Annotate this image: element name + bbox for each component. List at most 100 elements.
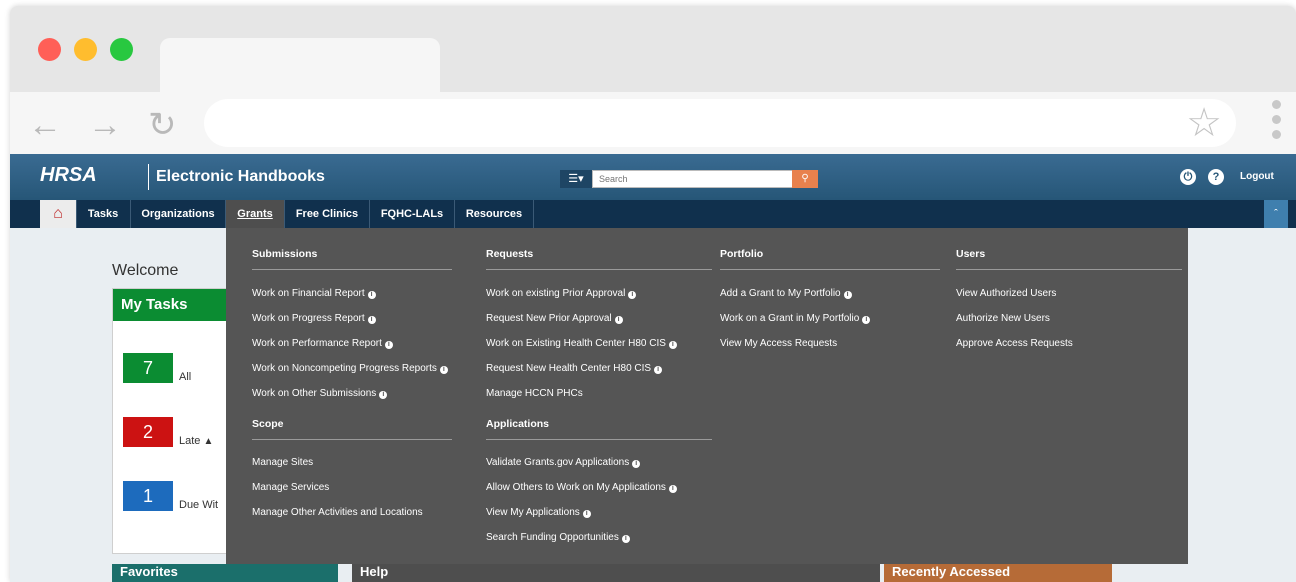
browser-tab[interactable]: [160, 38, 440, 92]
logo-divider: [148, 164, 149, 190]
browser-menu-icon[interactable]: [1272, 100, 1282, 145]
search-input[interactable]: [592, 170, 806, 188]
address-bar[interactable]: ☆: [204, 99, 1236, 147]
link-approve-access-requests[interactable]: Approve Access Requests: [956, 338, 1073, 349]
info-icon[interactable]: i: [367, 291, 376, 299]
scope-heading: Scope: [252, 418, 284, 430]
link-text: Work on existing Prior Approval: [486, 288, 626, 299]
link-text: Work on a Grant in My Portfolio: [720, 313, 860, 324]
users-heading: Users: [956, 248, 986, 260]
favorites-panel-header: Favorites: [112, 564, 338, 582]
maximize-window-icon[interactable]: [110, 38, 133, 61]
link-text: Work on Progress Report: [252, 313, 365, 324]
search-scope-menu[interactable]: ☰▾: [560, 170, 592, 188]
warning-icon: ▲: [203, 436, 214, 447]
link-existing-h80-cis[interactable]: Work on Existing Health Center H80 CIS i: [486, 338, 677, 349]
grants-dropdown-menu: Submissions Work on Financial Report i Wo…: [226, 228, 1188, 564]
link-text: Request New Health Center H80 CIS: [486, 363, 652, 374]
requests-divider: [486, 269, 712, 270]
app-title: Electronic Handbooks: [156, 168, 325, 185]
due-tasks-label[interactable]: Due Wit: [179, 499, 218, 511]
welcome-heading: Welcome: [112, 262, 179, 279]
link-text: Validate Grants.gov Applications: [486, 457, 630, 468]
link-financial-report[interactable]: Work on Financial Report i: [252, 288, 376, 299]
link-text: Search Funding Opportunities: [486, 532, 619, 543]
link-progress-report[interactable]: Work on Progress Report i: [252, 313, 376, 324]
info-icon[interactable]: i: [632, 460, 641, 468]
link-add-grant-portfolio[interactable]: Add a Grant to My Portfolio i: [720, 288, 852, 299]
info-icon[interactable]: i: [668, 341, 677, 349]
link-view-my-applications[interactable]: View My Applications i: [486, 507, 591, 518]
back-arrow-icon[interactable]: ←: [28, 108, 62, 142]
link-manage-services[interactable]: Manage Services: [252, 482, 329, 493]
link-text: View My Applications: [486, 507, 580, 518]
late-tasks-label[interactable]: Late ▲: [179, 435, 213, 447]
nav-fqhc-lals[interactable]: FQHC-LALs: [370, 200, 455, 228]
info-icon[interactable]: i: [621, 535, 630, 543]
app-header: HRSA Electronic Handbooks ☰▾ ⚲ ⏻ ? Logou…: [10, 154, 1296, 200]
logout-link[interactable]: Logout: [1240, 171, 1274, 182]
all-tasks-label[interactable]: All: [179, 371, 191, 383]
home-icon[interactable]: ⌂: [40, 200, 77, 228]
help-icon[interactable]: ?: [1208, 169, 1224, 185]
collapse-nav-icon[interactable]: ˆ: [1264, 200, 1288, 228]
page-viewport: HRSA Electronic Handbooks ☰▾ ⚲ ⏻ ? Logou…: [10, 154, 1296, 582]
info-icon[interactable]: i: [582, 510, 591, 518]
info-icon[interactable]: i: [668, 485, 677, 493]
nav-grants[interactable]: Grants: [226, 200, 285, 228]
submissions-divider: [252, 269, 452, 270]
link-text: Add a Grant to My Portfolio: [720, 288, 841, 299]
info-icon[interactable]: i: [614, 316, 623, 324]
info-icon[interactable]: i: [379, 391, 388, 399]
info-icon[interactable]: i: [439, 366, 448, 374]
link-allow-others[interactable]: Allow Others to Work on My Applications i: [486, 482, 677, 493]
forward-arrow-icon[interactable]: →: [88, 108, 122, 142]
minimize-window-icon[interactable]: [74, 38, 97, 61]
link-work-grant-portfolio[interactable]: Work on a Grant in My Portfolio i: [720, 313, 871, 324]
link-other-submissions[interactable]: Work on Other Submissions i: [252, 388, 388, 399]
link-manage-hccn-phcs[interactable]: Manage HCCN PHCs: [486, 388, 583, 399]
nav-free-clinics[interactable]: Free Clinics: [285, 200, 370, 228]
close-window-icon[interactable]: [38, 38, 61, 61]
info-icon[interactable]: i: [367, 316, 376, 324]
link-text: Work on Existing Health Center H80 CIS: [486, 338, 666, 349]
link-text: Request New Prior Approval: [486, 313, 612, 324]
all-tasks-count[interactable]: 7: [123, 353, 173, 383]
help-panel-header: Help: [352, 564, 880, 582]
portfolio-heading: Portfolio: [720, 248, 764, 260]
nav-organizations[interactable]: Organizations: [131, 200, 226, 228]
submissions-heading: Submissions: [252, 248, 318, 260]
late-tasks-count[interactable]: 2: [123, 417, 173, 447]
info-icon[interactable]: i: [843, 291, 852, 299]
link-text: Work on Other Submissions: [252, 388, 377, 399]
link-manage-sites[interactable]: Manage Sites: [252, 457, 313, 468]
nav-resources[interactable]: Resources: [455, 200, 534, 228]
info-icon[interactable]: i: [384, 341, 393, 349]
link-view-access-requests[interactable]: View My Access Requests: [720, 338, 837, 349]
link-existing-prior-approval[interactable]: Work on existing Prior Approval i: [486, 288, 637, 299]
link-view-authorized-users[interactable]: View Authorized Users: [956, 288, 1056, 299]
link-performance-report[interactable]: Work on Performance Report i: [252, 338, 393, 349]
link-validate-grants-gov[interactable]: Validate Grants.gov Applications i: [486, 457, 641, 468]
late-label-text: Late: [179, 435, 201, 447]
recently-accessed-panel-header: Recently Accessed: [884, 564, 1112, 582]
link-search-funding[interactable]: Search Funding Opportunities i: [486, 532, 630, 543]
link-noncompeting-progress-reports[interactable]: Work on Noncompeting Progress Reports i: [252, 363, 448, 374]
main-nav: ⌂ Tasks Organizations Grants Free Clinic…: [10, 200, 1296, 228]
nav-tasks[interactable]: Tasks: [76, 200, 131, 228]
search-button[interactable]: ⚲: [792, 170, 818, 188]
link-new-h80-cis[interactable]: Request New Health Center H80 CIS i: [486, 363, 663, 374]
browser-window: ← → ↻ ☆ HRSA Electronic Handbooks ☰▾ ⚲ ⏻…: [10, 6, 1296, 582]
user-icon[interactable]: ⏻: [1180, 169, 1196, 185]
link-new-prior-approval[interactable]: Request New Prior Approval i: [486, 313, 623, 324]
info-icon[interactable]: i: [654, 366, 663, 374]
requests-heading: Requests: [486, 248, 534, 260]
bookmark-star-icon[interactable]: ☆: [1186, 101, 1222, 145]
info-icon[interactable]: i: [628, 291, 637, 299]
info-icon[interactable]: i: [862, 316, 871, 324]
due-tasks-count[interactable]: 1: [123, 481, 173, 511]
link-authorize-new-users[interactable]: Authorize New Users: [956, 313, 1050, 324]
reload-icon[interactable]: ↻: [148, 108, 177, 142]
hrsa-logo[interactable]: HRSA: [40, 164, 97, 187]
link-manage-other-activities[interactable]: Manage Other Activities and Locations: [252, 507, 423, 518]
